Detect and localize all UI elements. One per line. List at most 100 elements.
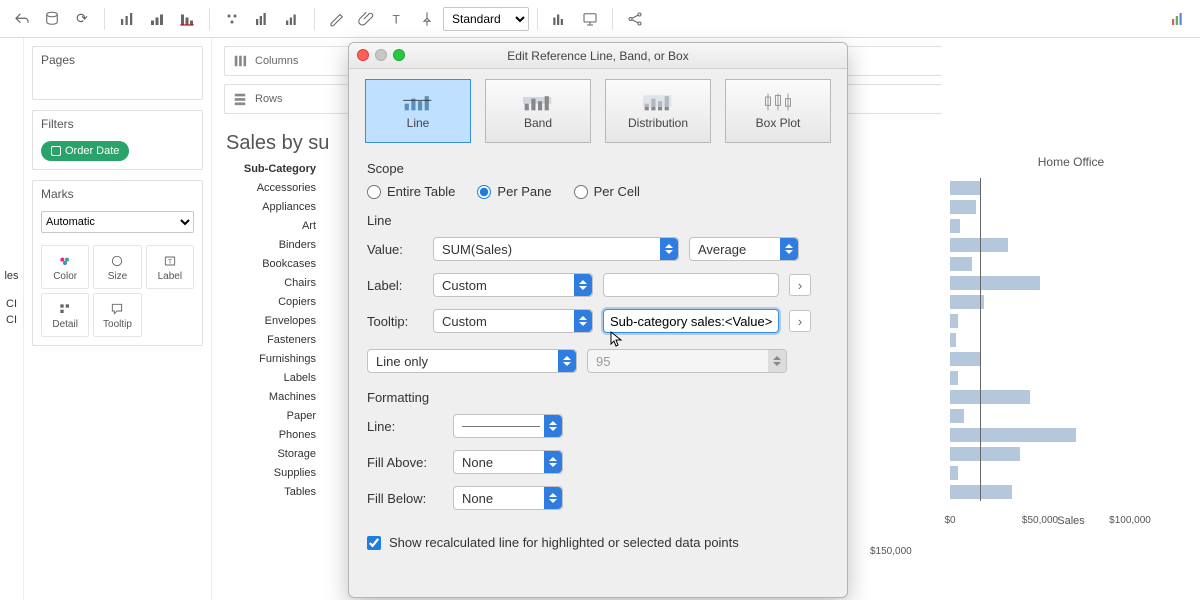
fit-mode-select[interactable]: Standard [443,7,529,31]
home-office-pane: Home Office $0 $50,000 $100,000 Sales [942,38,1200,600]
swap-icon[interactable] [113,5,141,33]
edit-reference-line-dialog: Edit Reference Line, Band, or Box Line B… [348,42,848,598]
subcategory-row[interactable]: Bookcases [224,255,316,274]
bar-row[interactable] [950,406,1200,425]
radio-per-cell[interactable]: Per Cell [574,184,640,199]
bar-row[interactable] [950,482,1200,501]
subcategory-row[interactable]: Binders [224,236,316,255]
subcategory-row[interactable]: Accessories [224,179,316,198]
bar-row[interactable] [950,292,1200,311]
bar-row[interactable] [950,311,1200,330]
pin-icon[interactable] [413,5,441,33]
subcategory-row[interactable]: Machines [224,388,316,407]
radio-per-pane[interactable]: Per Pane [477,184,551,199]
confidence-select: 95 [587,349,787,373]
bar-row[interactable] [950,216,1200,235]
toolbar-separator [537,8,538,30]
fill-above-select[interactable]: None [453,450,563,474]
zoom-icon[interactable] [393,49,405,61]
bar-row[interactable] [950,178,1200,197]
bar [950,314,958,328]
bar-row[interactable] [950,463,1200,482]
sort-asc-icon[interactable] [143,5,171,33]
subcategory-row[interactable]: Fasteners [224,331,316,350]
showme-panel-icon[interactable] [1164,5,1192,33]
aggregation-select[interactable]: Average [689,237,799,261]
group-icon[interactable] [218,5,246,33]
subcategory-row[interactable]: Copiers [224,293,316,312]
subcategory-row[interactable]: Chairs [224,274,316,293]
share-icon[interactable] [621,5,649,33]
mark-label[interactable]: TLabel [146,245,194,289]
bar-row[interactable] [950,273,1200,292]
sort-desc-icon[interactable] [173,5,201,33]
bar-row[interactable] [950,254,1200,273]
filter-pill-order-date[interactable]: Order Date [41,141,129,161]
highlight-icon[interactable] [323,5,351,33]
bar-row[interactable] [950,444,1200,463]
subcategory-row[interactable]: Storage [224,445,316,464]
fill-below-select[interactable]: None [453,486,563,510]
tooltip-mode-select[interactable]: Custom [433,309,593,333]
mark-tooltip[interactable]: Tooltip [93,293,141,337]
bar-row[interactable] [950,425,1200,444]
show-recalculated-checkbox[interactable] [367,536,381,550]
undo-dropdown-icon[interactable] [8,5,36,33]
mark-detail[interactable]: Detail [41,293,89,337]
tab-band[interactable]: Band [485,79,591,143]
pill-label: Order Date [65,145,119,157]
tab-line[interactable]: Line [365,79,471,143]
svg-text:T: T [393,12,401,26]
text-icon[interactable]: T [383,5,411,33]
label-mode-select[interactable]: Custom [433,273,593,297]
subcategory-row[interactable]: Supplies [224,464,316,483]
mark-type-select[interactable]: Automatic [41,211,194,233]
columns-label: Columns [255,55,298,67]
sliver-text: CI [0,296,23,312]
mark-color[interactable]: Color [41,245,89,289]
column-title: Home Office [942,146,1200,178]
subcategory-row[interactable]: Appliances [224,198,316,217]
subcategory-row[interactable]: Envelopes [224,312,316,331]
tab-box-plot[interactable]: Box Plot [725,79,831,143]
radio-entire-table[interactable]: Entire Table [367,184,455,199]
refresh-icon[interactable]: ⟳ [68,5,96,33]
subcategory-row[interactable]: Art [224,217,316,236]
line-only-select[interactable]: Line only [367,349,577,373]
bar [950,428,1076,442]
bar [950,371,958,385]
subcategory-row[interactable]: Labels [224,369,316,388]
bar-row[interactable] [950,197,1200,216]
labels-icon[interactable] [278,5,306,33]
data-source-icon[interactable] [38,5,66,33]
subcategory-row[interactable]: Paper [224,407,316,426]
line-style-select[interactable] [453,414,563,438]
filters-title: Filters [33,111,202,137]
show-me-icon[interactable] [546,5,574,33]
subcategory-row[interactable]: Tables [224,483,316,502]
bar-row[interactable] [950,235,1200,254]
label-text-input[interactable] [603,273,779,297]
subcategory-row[interactable]: Furnishings [224,350,316,369]
dialog-titlebar[interactable]: Edit Reference Line, Band, or Box [349,43,847,69]
fill-above-label: Fill Above: [367,455,443,470]
bar-row[interactable] [950,368,1200,387]
axis-tick: $50,000 [1022,515,1058,526]
totals-icon[interactable] [248,5,276,33]
attach-icon[interactable] [353,5,381,33]
mark-size[interactable]: Size [93,245,141,289]
svg-text:T: T [168,258,172,265]
tab-distribution[interactable]: Distribution [605,79,711,143]
bar [950,295,984,309]
label-insert-button[interactable]: › [789,274,811,296]
subcategory-row[interactable]: Phones [224,426,316,445]
bar-row[interactable] [950,349,1200,368]
value-field-select[interactable]: SUM(Sales) [433,237,679,261]
bar-row[interactable] [950,330,1200,349]
bar-row[interactable] [950,387,1200,406]
axis-tick-prev: $150,000 [870,546,912,557]
tooltip-text-input[interactable] [603,309,779,333]
close-icon[interactable] [357,49,369,61]
presentation-icon[interactable] [576,5,604,33]
tooltip-insert-button[interactable]: › [789,310,811,332]
